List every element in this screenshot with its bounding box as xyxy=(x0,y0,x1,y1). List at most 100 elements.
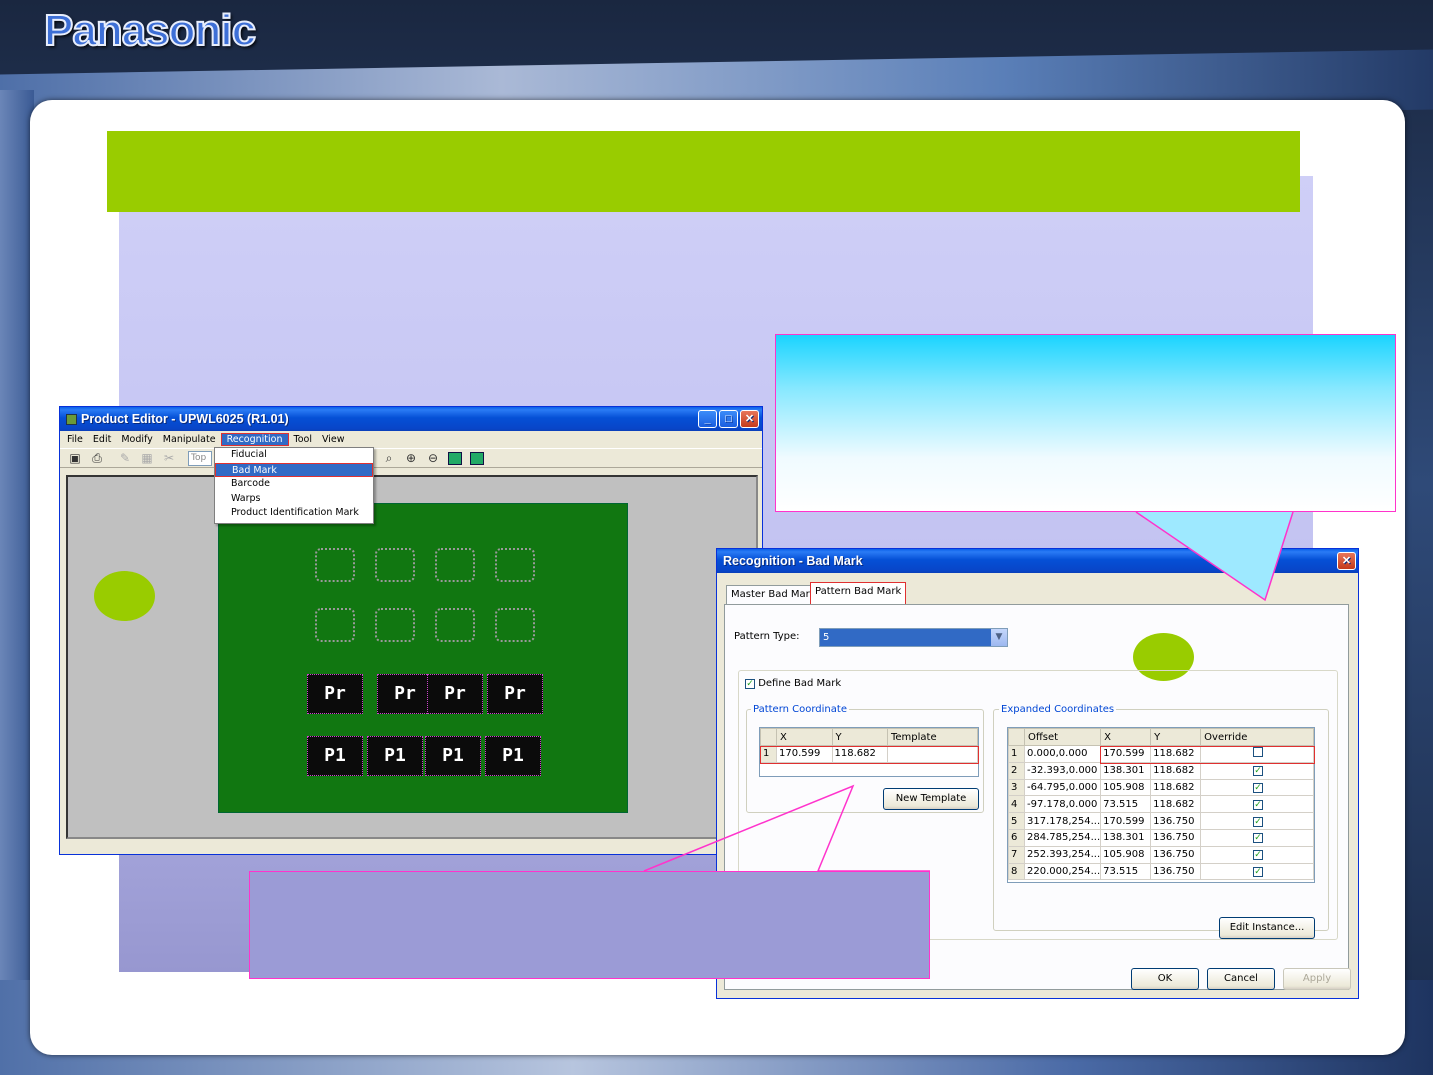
expanded-coordinates-label: Expanded Coordinates xyxy=(999,704,1117,715)
override-checkbox[interactable]: ✓ xyxy=(1253,782,1264,793)
override-cell[interactable]: ✓ xyxy=(1200,812,1314,830)
chip-component[interactable]: P1 xyxy=(425,736,481,776)
board-canvas[interactable]: Pr Pr Pr Pr P1 P1 P1 P1 xyxy=(66,475,758,839)
table-row[interactable]: 6 284.785,254... 138.301 136.750 ✓ xyxy=(1008,828,1314,847)
menu-item-warps[interactable]: Warps xyxy=(215,492,373,507)
chip-component[interactable]: Pr xyxy=(377,674,433,714)
override-cell[interactable]: ✓ xyxy=(1200,845,1314,864)
minimize-button[interactable]: _ xyxy=(698,410,717,428)
column-header-x: X xyxy=(1100,728,1152,746)
ok-button[interactable]: OK xyxy=(1131,968,1199,990)
override-cell[interactable]: ✓ xyxy=(1200,828,1314,847)
override-checkbox[interactable]: ✓ xyxy=(1253,866,1264,877)
chip-component[interactable]: Pr xyxy=(487,674,543,714)
table-row[interactable]: 5 317.178,254... 170.599 136.750 ✓ xyxy=(1008,812,1314,830)
chip-component[interactable]: Pr xyxy=(307,674,363,714)
table-cell[interactable]: 138.301 xyxy=(1100,828,1152,847)
table-cell[interactable]: 118.682 xyxy=(1150,761,1202,780)
chip-component[interactable]: P1 xyxy=(307,736,363,776)
apply-button[interactable]: Apply xyxy=(1283,968,1351,990)
table-row[interactable]: 3 -64.795,0.000 105.908 118.682 ✓ xyxy=(1008,778,1314,797)
menu-item-product-identification-mark[interactable]: Product Identification Mark xyxy=(215,506,373,521)
table-cell[interactable]: 105.908 xyxy=(1100,845,1152,864)
menu-item-bad-mark[interactable]: Bad Mark xyxy=(215,462,373,477)
table-row[interactable]: 4 -97.178,0.000 73.515 118.682 ✓ xyxy=(1008,795,1314,814)
print-icon[interactable]: ⎙ xyxy=(90,452,104,465)
override-cell[interactable]: ✓ xyxy=(1200,795,1314,814)
board-view-icon[interactable] xyxy=(448,452,462,465)
table-row[interactable]: 7 252.393,254... 105.908 136.750 ✓ xyxy=(1008,845,1314,864)
menu-recognition[interactable]: Recognition xyxy=(220,433,289,446)
grid-icon[interactable]: ▦ xyxy=(140,452,154,465)
table-cell[interactable]: 0.000,0.000 xyxy=(1023,745,1102,763)
override-cell[interactable]: ✓ xyxy=(1200,862,1314,881)
override-cell[interactable]: ✓ xyxy=(1200,761,1314,780)
table-cell[interactable]: 136.750 xyxy=(1150,862,1202,881)
pattern-view-icon[interactable] xyxy=(470,452,484,465)
pad-pattern xyxy=(315,608,355,642)
table-cell[interactable]: -97.178,0.000 xyxy=(1023,795,1102,814)
table-cell[interactable]: 170.599 xyxy=(1100,812,1152,830)
new-template-button[interactable]: New Template xyxy=(883,788,979,810)
table-cell[interactable]: 136.750 xyxy=(1150,845,1202,864)
table-cell[interactable]: 284.785,254... xyxy=(1023,828,1102,847)
pcb-board[interactable]: Pr Pr Pr Pr P1 P1 P1 P1 xyxy=(218,503,628,813)
override-checkbox[interactable]: ✓ xyxy=(1253,799,1264,810)
menu-modify[interactable]: Modify xyxy=(116,434,157,445)
edit-instance-button[interactable]: Edit Instance... xyxy=(1219,917,1315,939)
table-cell[interactable]: 138.301 xyxy=(1100,761,1152,780)
zoom-out-icon[interactable]: ⊖ xyxy=(426,452,440,465)
row-number: 7 xyxy=(1008,845,1025,864)
recognition-dropdown-menu: Fiducial Bad Mark Barcode Warps Product … xyxy=(214,447,374,524)
pad-pattern xyxy=(495,548,535,582)
zoom-in-icon[interactable]: ⊕ xyxy=(404,452,418,465)
menu-item-barcode[interactable]: Barcode xyxy=(215,477,373,492)
chip-component[interactable]: Pr xyxy=(427,674,483,714)
override-checkbox[interactable]: ✓ xyxy=(1253,816,1264,827)
close-button[interactable]: ✕ xyxy=(740,410,759,428)
row-number: 6 xyxy=(1008,828,1025,847)
table-cell[interactable]: 317.178,254... xyxy=(1023,812,1102,830)
cancel-button[interactable]: Cancel xyxy=(1207,968,1275,990)
define-bad-mark-checkbox[interactable]: ✓ Define Bad Mark xyxy=(745,678,845,689)
table-cell[interactable]: 118.682 xyxy=(1150,778,1202,797)
chip-component[interactable]: P1 xyxy=(367,736,423,776)
chip-component[interactable]: P1 xyxy=(485,736,541,776)
table-cell[interactable]: 252.393,254... xyxy=(1023,845,1102,864)
decorative-band-left xyxy=(0,90,34,1075)
table-cell[interactable]: 136.750 xyxy=(1150,812,1202,830)
menu-item-fiducial[interactable]: Fiducial xyxy=(215,448,373,463)
menu-file[interactable]: File xyxy=(62,434,88,445)
tab-master-bad-mark[interactable]: Master Bad Mark xyxy=(726,585,821,605)
grid-corner xyxy=(760,728,777,746)
menu-tool[interactable]: Tool xyxy=(289,434,317,445)
save-icon[interactable]: ▣ xyxy=(68,452,82,465)
zoom-fit-icon[interactable]: ⌕ xyxy=(382,452,396,465)
table-cell[interactable]: 73.515 xyxy=(1100,795,1152,814)
table-cell[interactable]: 73.515 xyxy=(1100,862,1152,881)
override-checkbox[interactable]: ✓ xyxy=(1253,850,1264,861)
table-cell[interactable]: -64.795,0.000 xyxy=(1023,778,1102,797)
table-cell[interactable]: 220.000,254... xyxy=(1023,862,1102,881)
pattern-type-select[interactable]: 5 ▼ xyxy=(819,628,1008,647)
override-cell[interactable]: ✓ xyxy=(1200,778,1314,797)
tab-pattern-bad-mark[interactable]: Pattern Bad Mark xyxy=(810,582,907,605)
table-cell[interactable]: 105.908 xyxy=(1100,778,1152,797)
menu-manipulate[interactable]: Manipulate xyxy=(158,434,221,445)
maximize-button[interactable]: □ xyxy=(719,410,738,428)
table-cell[interactable]: 136.750 xyxy=(1150,828,1202,847)
dialog-close-button[interactable]: ✕ xyxy=(1337,552,1356,570)
cut-icon[interactable]: ✂ xyxy=(162,452,176,465)
pad-pattern xyxy=(495,608,535,642)
table-cell[interactable]: 118.682 xyxy=(1150,795,1202,814)
pad-pattern xyxy=(315,548,355,582)
menu-edit[interactable]: Edit xyxy=(88,434,116,445)
table-cell[interactable]: -32.393,0.000 xyxy=(1023,761,1102,780)
override-checkbox[interactable]: ✓ xyxy=(1253,766,1264,777)
override-checkbox[interactable]: ✓ xyxy=(1253,833,1264,844)
table-row[interactable]: 2 -32.393,0.000 138.301 118.682 ✓ xyxy=(1008,761,1314,780)
menu-view[interactable]: View xyxy=(317,434,350,445)
side-select[interactable]: Top xyxy=(188,451,212,466)
table-row[interactable]: 8 220.000,254... 73.515 136.750 ✓ xyxy=(1008,862,1314,881)
pen-icon[interactable]: ✎ xyxy=(118,452,132,465)
